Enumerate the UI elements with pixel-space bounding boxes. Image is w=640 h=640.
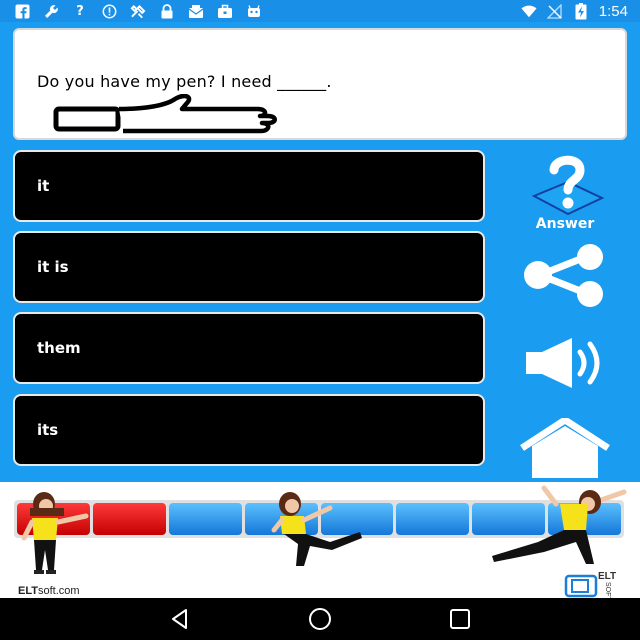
- wrench-icon: [43, 3, 59, 19]
- progress-area: ELTsoft.com: [0, 482, 640, 598]
- circle-info-icon: [101, 3, 117, 19]
- brand-text: ELTsoft.com: [18, 585, 80, 597]
- svg-text:SOFT: SOFT: [604, 582, 611, 598]
- question-text: Do you have my pen? I need ______.: [37, 72, 332, 91]
- progress-segment-remaining: [396, 503, 470, 535]
- answer-option-label: them: [37, 339, 81, 357]
- tools-icon: [130, 3, 146, 19]
- status-bar: ? 1:54: [0, 0, 640, 22]
- answer-label: Answer: [535, 216, 595, 232]
- wifi-icon: [521, 3, 537, 19]
- battery-charging-icon: [573, 2, 589, 19]
- brand-rest: soft.com: [37, 585, 80, 597]
- answer-option-3[interactable]: them: [13, 312, 485, 384]
- question-card: Do you have my pen? I need ______.: [13, 28, 627, 140]
- answer-option-1[interactable]: it: [13, 150, 485, 222]
- briefcase-icon: [217, 3, 233, 19]
- quiz-screen: Do you have my pen? I need ______. it it…: [0, 22, 640, 482]
- answer-option-4[interactable]: its: [13, 394, 485, 466]
- home-circle-icon[interactable]: [307, 606, 333, 632]
- robot-icon: [246, 3, 262, 19]
- share-icon[interactable]: [520, 244, 608, 308]
- android-nav-bar: [0, 598, 640, 640]
- progress-segment-remaining: [168, 503, 242, 535]
- home-icon[interactable]: [518, 418, 612, 480]
- signal-off-icon: [546, 3, 563, 19]
- mail-icon: [188, 3, 204, 19]
- girl-figure-left: [21, 492, 89, 574]
- lock-icon: [159, 3, 175, 19]
- recents-icon[interactable]: [448, 607, 472, 631]
- eltsoft-logo: ELT SOFT: [564, 571, 616, 598]
- status-icons-left: ?: [0, 3, 262, 19]
- answer-button[interactable]: Answer: [520, 154, 610, 232]
- girl-figure-middle: [271, 492, 362, 566]
- speaker-icon[interactable]: [524, 336, 608, 390]
- status-icons-right: 1:54: [521, 2, 640, 20]
- svg-text:ELT: ELT: [598, 571, 616, 582]
- help-icon: ?: [76, 3, 84, 19]
- thumbs-up-icon: [53, 94, 277, 134]
- question-mark-icon: [531, 155, 605, 216]
- facebook-icon: [14, 3, 30, 19]
- answer-option-label: it: [37, 177, 50, 195]
- answer-option-label: it is: [37, 258, 69, 276]
- answer-option-2[interactable]: it is: [13, 231, 485, 303]
- brand-bold: ELT: [18, 585, 38, 597]
- status-time: 1:54: [598, 2, 628, 20]
- back-icon[interactable]: [168, 607, 192, 631]
- girl-figure-right: [492, 485, 627, 564]
- answer-option-label: its: [37, 421, 59, 439]
